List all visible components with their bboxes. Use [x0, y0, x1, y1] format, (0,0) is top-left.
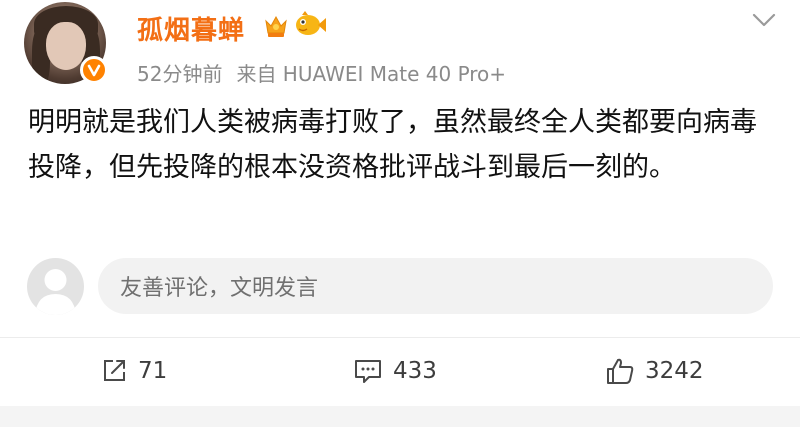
comment-count: 433 — [393, 358, 437, 384]
repost-count: 71 — [138, 358, 168, 384]
like-button[interactable]: 3242 — [605, 354, 704, 388]
crown-badge-icon[interactable] — [262, 12, 290, 40]
collapse-chevron-icon[interactable] — [752, 12, 776, 28]
post-time: 52分钟前 — [137, 62, 223, 86]
post-meta: 52分钟前 来自 HUAWEI Mate 40 Pro+ — [137, 58, 506, 87]
repost-button[interactable]: 71 — [100, 354, 167, 388]
verified-icon — [80, 56, 108, 84]
fish-badge-icon[interactable] — [293, 10, 327, 40]
repost-icon — [100, 357, 128, 385]
post-source[interactable]: 来自 HUAWEI Mate 40 Pro+ — [236, 58, 506, 87]
like-count: 3242 — [645, 358, 704, 384]
like-icon — [605, 356, 635, 386]
post-content: 明明就是我们人类被病毒打败了，虽然最终全人类都要向病毒投降，但先投降的根本没资格… — [28, 107, 757, 183]
author-name[interactable]: 孤烟暮蝉 — [137, 10, 245, 47]
bottom-separator — [0, 406, 800, 427]
weibo-post-card: 孤烟暮蝉 52分钟前 来自 HUAWEI Mate 40 Pro+ 明明就是我们… — [0, 0, 800, 427]
comment-button[interactable]: 433 — [353, 354, 437, 388]
commenter-avatar — [27, 258, 84, 315]
comment-input[interactable]: 友善评论，文明发言 — [98, 258, 773, 314]
divider — [0, 337, 800, 338]
comment-icon — [353, 357, 383, 385]
